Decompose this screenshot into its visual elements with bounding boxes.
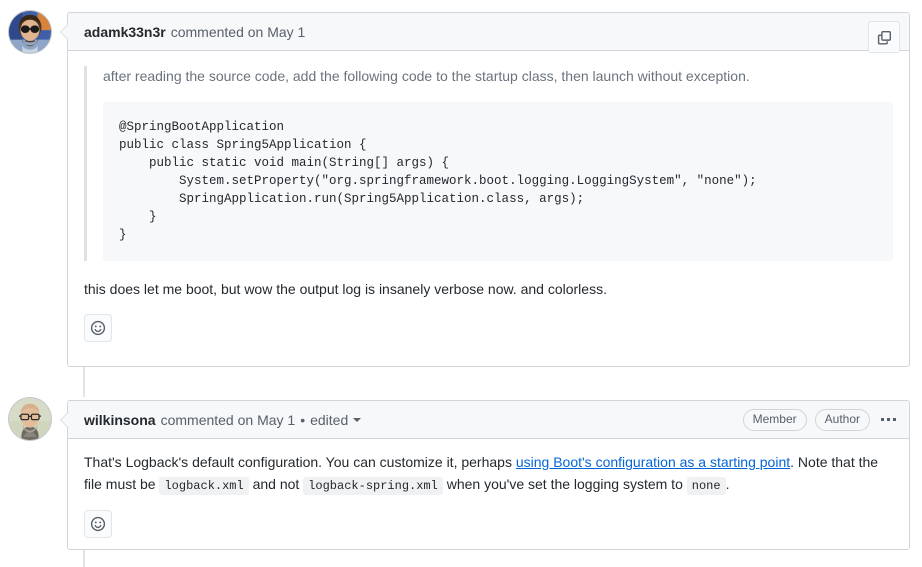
text-part-1: That's Logback's default configuration. … <box>84 454 516 470</box>
boot-configuration-link[interactable]: using Boot's configuration as a starting… <box>516 454 790 470</box>
copy-icon[interactable] <box>868 21 900 53</box>
blockquote-text: after reading the source code, add the f… <box>103 66 893 88</box>
smiley-icon <box>90 320 106 336</box>
kebab-menu-icon[interactable] <box>878 414 899 425</box>
inline-code-logback-xml: logback.xml <box>159 477 248 495</box>
comment-header: adamk33n3r commented on May 1 <box>68 13 909 51</box>
comment-body: That's Logback's default configuration. … <box>68 439 909 495</box>
text-part-3: and not <box>249 476 304 492</box>
smiley-icon <box>90 516 106 532</box>
comment-paragraph: That's Logback's default configuration. … <box>84 452 893 495</box>
add-reaction-button[interactable] <box>84 510 112 538</box>
text-part-4: when you've set the logging system to <box>443 476 687 492</box>
badge-author: Author <box>815 409 870 431</box>
comment-timestamp: commented on May 1 <box>171 24 306 40</box>
comment-timestamp: commented on May 1 <box>161 412 296 428</box>
edited-label[interactable]: edited <box>310 412 348 428</box>
comment-header-actions: Member Author <box>743 409 899 431</box>
inline-code-none: none <box>687 477 726 495</box>
timeline-connector-top <box>83 367 85 397</box>
inline-code-logback-spring-xml: logback-spring.xml <box>303 477 443 495</box>
comment-box: adamk33n3r commented on May 1 after read… <box>67 12 910 367</box>
reactions-bar <box>68 314 909 342</box>
avatar-image-wilkinsona <box>9 398 51 440</box>
code-block: @SpringBootApplication public class Spri… <box>103 102 893 261</box>
issue-comment-thread: adamk33n3r commented on May 1 after read… <box>0 0 922 567</box>
text-part-5: . <box>726 476 730 492</box>
badge-member: Member <box>743 409 807 431</box>
avatar-image-adamk33n3r <box>9 11 51 53</box>
comment-body: after reading the source code, add the f… <box>68 51 909 300</box>
timeline-connector-bottom <box>83 550 85 567</box>
avatar[interactable] <box>8 10 52 54</box>
reactions-bar <box>68 510 909 538</box>
avatar[interactable] <box>8 397 52 441</box>
comment-author[interactable]: wilkinsona <box>84 412 156 428</box>
copy-glyph <box>877 30 892 45</box>
comment-header: wilkinsona commented on May 1 • edited M… <box>68 401 909 439</box>
add-reaction-button[interactable] <box>84 314 112 342</box>
blockquote: after reading the source code, add the f… <box>84 66 893 261</box>
chevron-down-icon[interactable] <box>353 418 361 422</box>
comment-author[interactable]: adamk33n3r <box>84 24 166 40</box>
meta-separator: • <box>300 412 305 428</box>
comment-paragraph: this does let me boot, but wow the outpu… <box>84 279 893 301</box>
comment-box: wilkinsona commented on May 1 • edited M… <box>67 400 910 550</box>
